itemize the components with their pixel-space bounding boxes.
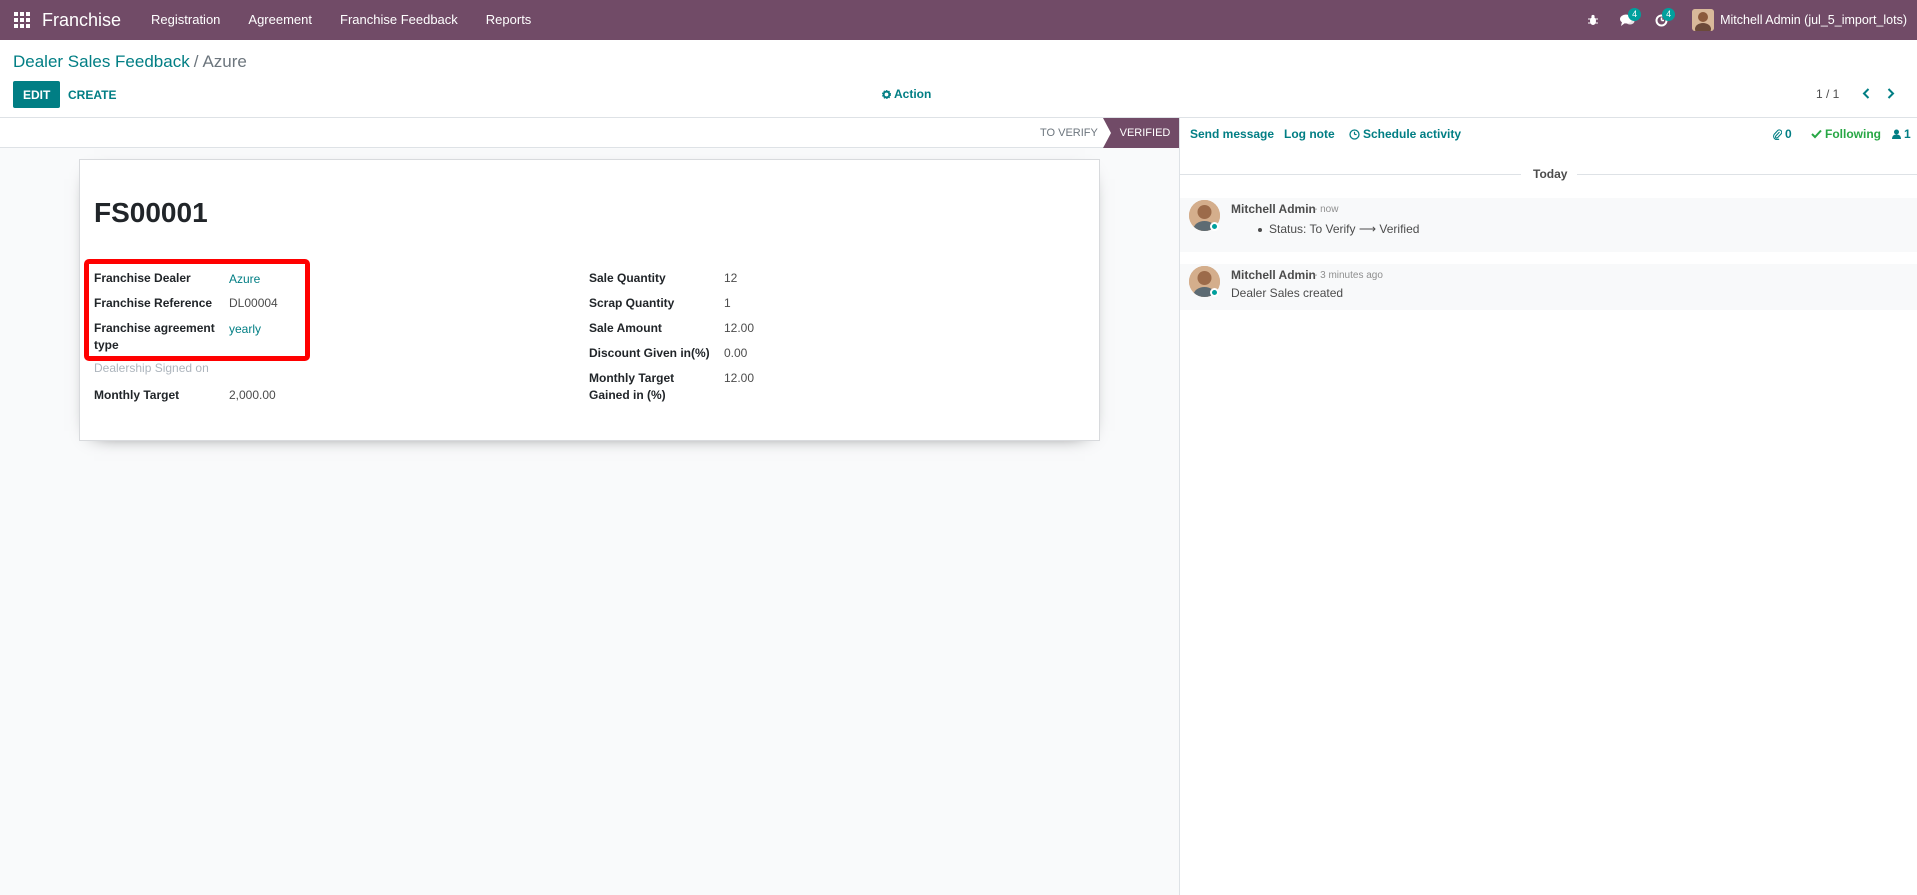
- value-monthly-target-gained: 12.00: [724, 371, 755, 385]
- value-franchise-agreement-type[interactable]: yearly: [229, 321, 261, 338]
- pager-previous-button[interactable]: [1856, 84, 1876, 102]
- user-name: Mitchell Admin (jul_5_import_lots): [1720, 13, 1907, 27]
- control-panel: Dealer Sales Feedback / Azure EDIT CREATE …: [0, 40, 1917, 118]
- label-sale-quantity: Sale Quantity: [589, 271, 666, 285]
- message-tracking-value: Status: To Verify ⟶ Verified: [1269, 222, 1419, 236]
- chatter-panel: Send message Log note Schedule activity …: [1179, 118, 1917, 895]
- message-date: - now: [1314, 204, 1339, 215]
- breadcrumb-separator: /: [193, 52, 199, 71]
- label-monthly-target: Monthly Target: [94, 388, 180, 402]
- menu-franchise-feedback[interactable]: Franchise Feedback: [326, 0, 472, 40]
- user-icon: [1892, 129, 1901, 139]
- chevron-left-icon: [1862, 87, 1870, 99]
- attachments-button[interactable]: 0: [1773, 127, 1792, 141]
- following-label: Following: [1825, 127, 1881, 141]
- chatter-message: Mitchell Admin - now Status: To Verify ⟶…: [1180, 198, 1917, 252]
- gear-icon: [882, 89, 891, 99]
- log-note-button[interactable]: Log note: [1284, 127, 1335, 141]
- date-separator-label: Today: [1533, 167, 1568, 181]
- menu-reports[interactable]: Reports: [472, 0, 546, 40]
- chatter-message: Mitchell Admin - 3 minutes ago Dealer Sa…: [1180, 264, 1917, 310]
- messages-icon[interactable]: 4: [1610, 0, 1644, 40]
- pager-next-button[interactable]: [1881, 84, 1901, 102]
- label-franchise-agreement-type: Franchise agreement type: [94, 321, 215, 352]
- pager-value[interactable]: 1 / 1: [1816, 87, 1839, 101]
- top-navbar: Franchise Registration Agreement Franchi…: [0, 0, 1917, 40]
- value-sale-quantity: 12: [724, 271, 738, 285]
- breadcrumb-parent-link[interactable]: Dealer Sales Feedback: [13, 52, 190, 71]
- label-franchise-dealer: Franchise Dealer: [94, 271, 191, 285]
- message-author[interactable]: Mitchell Admin: [1231, 202, 1316, 216]
- chatter-topbar: Send message Log note Schedule activity …: [1180, 118, 1917, 148]
- value-monthly-target: 2,000.00: [229, 388, 276, 402]
- form-statusbar: TO VERIFY VERIFIED: [0, 118, 1179, 148]
- menu-agreement[interactable]: Agreement: [234, 0, 326, 40]
- record-title: FS00001: [94, 197, 208, 228]
- label-dealership-signed-on: Dealership Signed on: [94, 361, 209, 375]
- label-sale-amount: Sale Amount: [589, 321, 662, 335]
- schedule-activity-label: Schedule activity: [1363, 127, 1462, 141]
- user-avatar: [1692, 9, 1715, 31]
- chevron-right-icon: [1887, 87, 1895, 99]
- breadcrumb: Dealer Sales Feedback / Azure: [13, 52, 247, 72]
- label-franchise-reference: Franchise Reference: [94, 296, 213, 310]
- messages-count-badge: 4: [1628, 8, 1642, 21]
- followers-count: 1: [1904, 127, 1911, 141]
- clock-icon: [1349, 128, 1360, 140]
- followers-button[interactable]: 1: [1892, 127, 1911, 141]
- breadcrumb-current: Azure: [202, 52, 247, 71]
- tracking-new-value: Verified: [1379, 222, 1420, 236]
- form-sheet: FS00001 Franchise Dealer Azure Franchise…: [79, 159, 1100, 441]
- activities-clock-icon[interactable]: 4: [1644, 0, 1678, 40]
- create-button[interactable]: CREATE: [62, 81, 122, 108]
- arrow-right-icon: ⟶: [1358, 222, 1377, 236]
- value-franchise-dealer[interactable]: Azure: [229, 271, 260, 288]
- check-icon: [1811, 129, 1822, 139]
- message-date: - 3 minutes ago: [1314, 270, 1383, 281]
- debug-bug-icon[interactable]: [1576, 0, 1610, 40]
- navbar-systray: 4 4 Mitchell Admin (jul_5_import_lots): [1576, 0, 1917, 40]
- value-sale-amount: 12.00: [724, 321, 755, 335]
- edit-button[interactable]: EDIT: [13, 81, 61, 108]
- action-label: Action: [894, 87, 932, 101]
- apps-menu-icon[interactable]: [12, 10, 32, 30]
- app-brand[interactable]: Franchise: [42, 10, 121, 31]
- value-discount-given: 0.00: [724, 346, 748, 360]
- bullet-icon: [1258, 228, 1262, 232]
- attachments-count: 0: [1785, 127, 1792, 141]
- online-status-icon: [1210, 288, 1219, 297]
- message-author[interactable]: Mitchell Admin: [1231, 268, 1316, 282]
- value-scrap-quantity: 1: [724, 296, 731, 310]
- schedule-activity-button[interactable]: Schedule activity: [1349, 127, 1461, 141]
- stage-to-verify[interactable]: TO VERIFY: [1030, 118, 1108, 148]
- label-monthly-target-gained: Monthly Target Gained in (%): [589, 371, 675, 402]
- label-discount-given: Discount Given in(%): [589, 346, 710, 360]
- message-body: Dealer Sales created: [1231, 286, 1344, 300]
- activities-count-badge: 4: [1662, 8, 1676, 21]
- tracking-old-value: Status: To Verify: [1269, 222, 1356, 236]
- date-separator: Today: [1180, 166, 1917, 182]
- label-scrap-quantity: Scrap Quantity: [589, 296, 675, 310]
- menu-registration[interactable]: Registration: [137, 0, 234, 40]
- following-button[interactable]: Following: [1811, 127, 1881, 141]
- value-franchise-reference: DL00004: [229, 296, 278, 310]
- online-status-icon: [1210, 222, 1219, 231]
- send-message-button[interactable]: Send message: [1190, 127, 1274, 141]
- action-dropdown[interactable]: Action: [882, 87, 931, 101]
- user-menu[interactable]: Mitchell Admin (jul_5_import_lots): [1692, 9, 1907, 31]
- paperclip-icon: [1773, 128, 1782, 140]
- stage-verified[interactable]: VERIFIED: [1103, 118, 1179, 148]
